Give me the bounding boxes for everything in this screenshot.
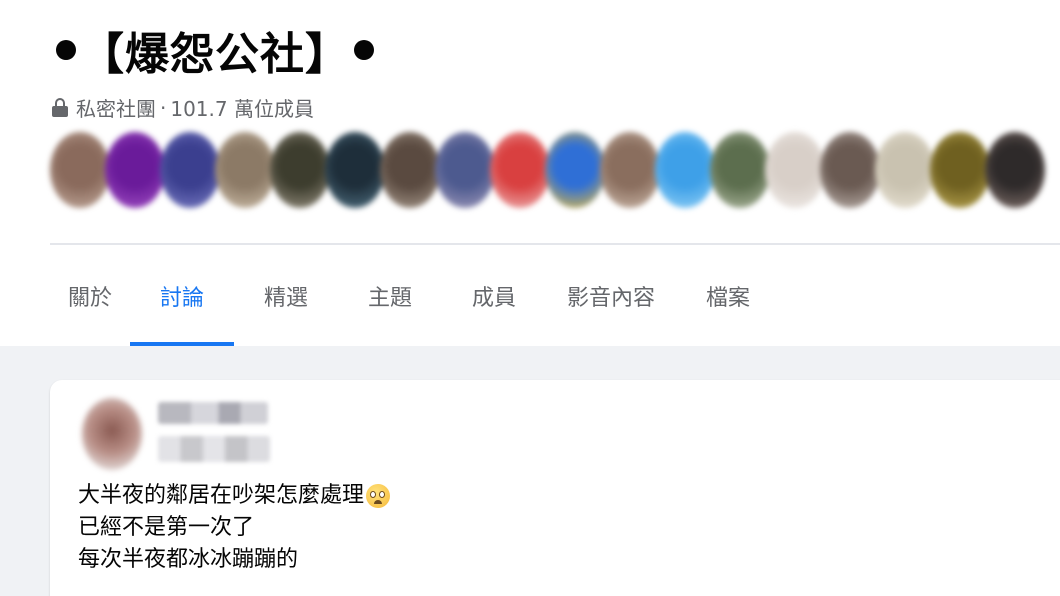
member-avatar[interactable]	[215, 132, 275, 208]
meta-separator: ·	[160, 95, 167, 120]
group-title: 【爆怨公社】	[52, 18, 378, 82]
post-body: 大半夜的鄰居在吵架怎麼處理 已經不是第一次了 每次半夜都冰冰蹦蹦的	[78, 480, 391, 576]
post-card: 大半夜的鄰居在吵架怎麼處理 已經不是第一次了 每次半夜都冰冰蹦蹦的	[50, 380, 1060, 596]
member-avatar[interactable]	[380, 132, 440, 208]
group-tabs: 關於 討論 精選 主題 成員 影音內容 檔案	[50, 246, 780, 346]
member-avatar[interactable]	[710, 132, 770, 208]
face-with-rolling-eyes-icon	[366, 484, 391, 508]
tab-1[interactable]: 討論	[130, 246, 234, 346]
tab-6[interactable]: 檔案	[676, 246, 780, 346]
member-avatar-strip[interactable]	[50, 132, 1045, 208]
tab-4[interactable]: 成員	[442, 246, 546, 346]
post-timestamp-blurred[interactable]	[158, 436, 270, 462]
tab-5[interactable]: 影音內容	[546, 246, 676, 346]
member-avatar[interactable]	[545, 132, 605, 208]
post-line: 大半夜的鄰居在吵架怎麼處理	[78, 480, 391, 512]
group-meta: 私密社團 · 101.7 萬位成員	[52, 93, 314, 122]
member-count[interactable]: 101.7 萬位成員	[170, 93, 314, 122]
member-avatar[interactable]	[435, 132, 495, 208]
author-name-blurred[interactable]	[158, 402, 268, 424]
member-avatar[interactable]	[270, 132, 330, 208]
group-header: 【爆怨公社】 私密社團 · 101.7 萬位成員 關於 討論 精選 主題 成員 影音內容檔…	[0, 0, 1060, 346]
post-line-text: 每次半夜都冰冰蹦蹦的	[78, 547, 299, 572]
privacy-label: 私密社團	[76, 97, 156, 121]
post-line: 已經不是第一次了	[78, 512, 390, 544]
member-avatar[interactable]	[490, 132, 550, 208]
member-avatar[interactable]	[600, 132, 660, 208]
tab-2[interactable]: 精選	[234, 246, 338, 346]
post-line-text: 已經不是第一次了	[78, 515, 255, 540]
post-line-text: 大半夜的鄰居在吵架怎麼處理	[78, 483, 365, 508]
member-avatar[interactable]	[820, 132, 880, 208]
member-avatar[interactable]	[160, 132, 220, 208]
divider	[50, 243, 1060, 245]
member-avatar[interactable]	[325, 132, 385, 208]
member-avatar[interactable]	[875, 132, 935, 208]
member-avatar[interactable]	[985, 132, 1045, 208]
member-avatar[interactable]	[765, 132, 825, 208]
group-name[interactable]: 【爆怨公社】	[80, 18, 350, 82]
lock-icon	[52, 97, 68, 118]
member-avatar[interactable]	[655, 132, 715, 208]
tab-3[interactable]: 主題	[338, 246, 442, 346]
author-avatar[interactable]	[82, 398, 142, 470]
bullet-icon	[56, 40, 76, 60]
post-line: 每次半夜都冰冰蹦蹦的	[78, 544, 390, 576]
member-avatar[interactable]	[105, 132, 165, 208]
member-avatar[interactable]	[50, 132, 110, 208]
bullet-icon	[354, 40, 374, 60]
tab-0[interactable]: 關於	[50, 246, 130, 346]
member-avatar[interactable]	[930, 132, 990, 208]
